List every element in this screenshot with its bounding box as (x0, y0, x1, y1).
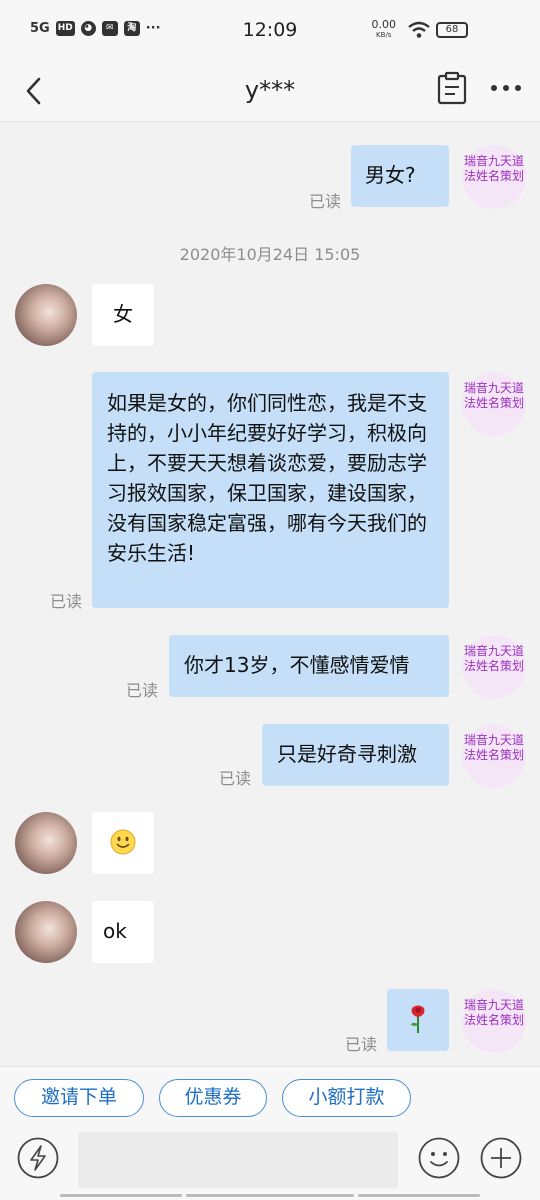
gesture-bar (186, 1194, 354, 1197)
my-avatar[interactable]: 瑞音九天道法姓名策划 (462, 145, 526, 209)
clipboard-icon[interactable] (436, 71, 468, 105)
message-input-bar (0, 1124, 540, 1200)
status-icons-right: 0.00 KB/s (372, 19, 431, 40)
read-receipt: 已读 (219, 769, 252, 788)
smile-emoji-icon (110, 829, 136, 855)
battery-icon: 68 (436, 22, 468, 38)
status-bar: 5G HD ◕ ✉ 淘 ··· 12:09 0.00 KB/s 68 (0, 0, 540, 62)
read-receipt: 已读 (309, 192, 342, 211)
message-input[interactable] (78, 1132, 398, 1188)
read-receipt: 已读 (345, 1035, 378, 1054)
gesture-bar (358, 1194, 480, 1197)
incoming-message[interactable]: ok (92, 901, 154, 963)
my-avatar[interactable]: 瑞音九天道法姓名策划 (462, 372, 526, 436)
network-speed-unit: KB/s (376, 31, 392, 39)
invite-order-button[interactable]: 邀请下单 (14, 1079, 144, 1117)
outgoing-message[interactable]: 男女? (351, 145, 449, 207)
outgoing-emoji-message[interactable] (387, 989, 449, 1051)
chat-header: y*** (0, 62, 540, 122)
plus-icon[interactable] (480, 1137, 522, 1179)
incoming-emoji-message[interactable] (92, 812, 154, 874)
more-options-icon[interactable] (488, 78, 524, 98)
rose-emoji-icon (411, 1005, 425, 1033)
lightning-icon[interactable] (17, 1137, 59, 1179)
contact-avatar[interactable] (15, 284, 77, 346)
outgoing-message[interactable]: 你才13岁，不懂感情爱情 (169, 635, 449, 697)
network-speed: 0.00 KB/s (372, 19, 397, 40)
my-avatar[interactable]: 瑞音九天道法姓名策划 (462, 724, 526, 788)
my-avatar[interactable]: 瑞音九天道法姓名策划 (462, 635, 526, 699)
coupon-button[interactable]: 优惠券 (159, 1079, 267, 1117)
wifi-icon (408, 21, 430, 38)
incoming-message[interactable]: 女 (92, 284, 154, 346)
small-payment-button[interactable]: 小额打款 (282, 1079, 411, 1117)
quick-actions-bar: 邀请下单 优惠券 小额打款 (0, 1066, 540, 1124)
gesture-bar (60, 1194, 182, 1197)
emoji-picker-icon[interactable] (418, 1137, 460, 1179)
outgoing-message[interactable]: 只是好奇寻刺激 (262, 724, 449, 786)
my-avatar[interactable]: 瑞音九天道法姓名策划 (462, 989, 526, 1053)
contact-avatar[interactable] (15, 812, 77, 874)
read-receipt: 已读 (50, 592, 83, 611)
timestamp-label: 2020年10月24日 15:05 (179, 245, 361, 264)
read-receipt: 已读 (126, 681, 159, 700)
contact-avatar[interactable] (15, 901, 77, 963)
outgoing-message[interactable]: 如果是女的，你们同性恋，我是不支持的，小小年纪要好好学习，积极向上，不要天天想着… (92, 372, 449, 608)
